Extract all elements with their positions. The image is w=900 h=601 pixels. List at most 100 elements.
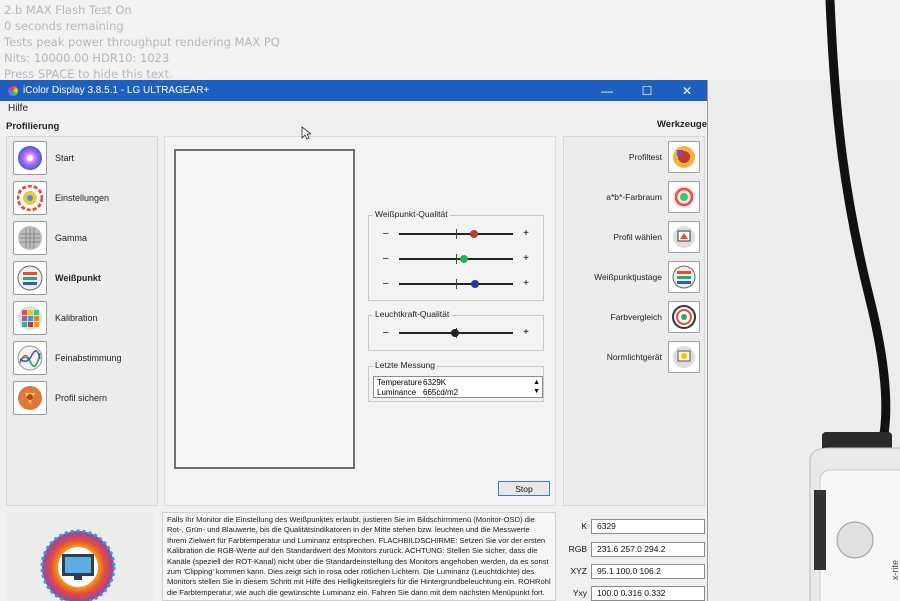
whitepoint-quality-label: Weißpunkt-Qualität: [373, 209, 450, 219]
nav-item-gamma[interactable]: Gamma: [13, 220, 153, 256]
luminance-knob[interactable]: [450, 329, 459, 337]
maximize-button[interactable]: ☐: [627, 80, 667, 101]
settings-wheel-icon: [13, 181, 47, 215]
nav-item-calibration[interactable]: Kalibration: [13, 300, 153, 336]
last-measurement-box[interactable]: Temperature6329K Luminance 665cd/m2 ▲ ▼: [373, 376, 543, 398]
tool-choose-profile[interactable]: Profil wählen: [568, 220, 700, 254]
device-brand-text: x-rite: [890, 560, 900, 580]
nav-label: Einstellungen: [55, 193, 110, 203]
temperature-label: Temperature: [377, 378, 422, 387]
minimize-button[interactable]: —: [587, 80, 627, 101]
nav-item-start[interactable]: Start: [13, 140, 153, 176]
tool-light-device[interactable]: Normlichtgerät: [568, 340, 700, 374]
slider-plus: +: [523, 278, 529, 289]
whitepoint-panel: Weißpunkt-Qualität – + – + – + Leuchtkra…: [164, 136, 556, 506]
luminance-label: Luminance: [377, 388, 417, 397]
nav-label: Feinabstimmung: [55, 353, 122, 363]
luminance-quality-group: Leuchtkraft-Qualität – +: [368, 309, 544, 351]
measurement-values: K 6329 RGB 231.6 257.0 294.2 XYZ 95.1 10…: [563, 512, 705, 601]
value-row-xyz: XYZ 95.1 100.0 106.2: [563, 563, 705, 579]
blue-knob[interactable]: [471, 280, 480, 288]
whitepoint-quality-group: Weißpunkt-Qualität – + – + – +: [368, 209, 544, 301]
blue-quality-slider[interactable]: – +: [369, 278, 543, 292]
tools-panel: Profiltest a*b*-Farbraum Profil wählen W…: [563, 136, 705, 506]
light-device-icon: [668, 341, 700, 373]
slider-plus: +: [523, 228, 529, 239]
luminance-quality-slider[interactable]: – +: [369, 327, 543, 341]
whitepoint-icon: [13, 261, 47, 295]
nav-label: Gamma: [55, 233, 88, 243]
tool-label: Profiltest: [628, 152, 662, 162]
value-field: 100.0 0.316 0.332: [591, 585, 705, 601]
app-logo-icon: [8, 85, 18, 96]
tool-label: Farbvergleich: [610, 312, 663, 322]
nav-item-whitepoint[interactable]: Weißpunkt: [13, 260, 153, 296]
icolor-window: iColor Display 3.8.5.1 - LG ULTRAGEAR+ —…: [0, 80, 708, 601]
tool-whitepoint-adjust[interactable]: Weißpunktjustage: [568, 260, 700, 294]
luminance-quality-label: Leuchtkraft-Qualität: [373, 309, 452, 319]
value-label: Yxy: [572, 588, 587, 598]
window-title: iColor Display 3.8.5.1 - LG ULTRAGEAR+: [23, 85, 210, 96]
nav-item-finetune[interactable]: Feinabstimmung: [13, 340, 153, 376]
tool-label: Profil wählen: [613, 232, 662, 242]
profiletest-icon: [668, 141, 700, 173]
value-row-rgb: RGB 231.6 257.0 294.2: [563, 541, 705, 557]
tool-gamut[interactable]: a*b*-Farbraum: [568, 180, 700, 214]
nav-label: Weißpunkt: [55, 273, 101, 283]
nav-item-save-profile[interactable]: Profil sichern: [13, 380, 153, 416]
icolor-logo-icon: [40, 529, 116, 601]
value-label: XYZ: [570, 566, 587, 576]
tool-color-compare[interactable]: Farbvergleich: [568, 300, 700, 334]
measurement-scrollbar[interactable]: ▲ ▼: [533, 378, 540, 396]
help-text: Falls Ihr Monitor die Einstellung des We…: [162, 512, 556, 601]
luminance-value: 665cd/m2: [423, 388, 459, 397]
nav-label: Kalibration: [55, 313, 98, 323]
mouse-cursor-icon: [301, 126, 311, 140]
finetune-curves-icon: [13, 341, 47, 375]
test-overlay-text: 2.b MAX Flash Test On 0 seconds remainin…: [4, 2, 280, 82]
tool-label: Normlichtgerät: [606, 352, 662, 362]
save-profile-icon: [13, 381, 47, 415]
last-measurement-label: Letzte Messung: [373, 360, 438, 370]
red-quality-slider[interactable]: – +: [369, 228, 543, 242]
colorimeter-device: x-rite: [800, 430, 900, 601]
slider-plus: +: [523, 253, 529, 264]
value-row-yxy: Yxy 100.0 0.316 0.332: [563, 585, 705, 601]
value-label: K: [581, 521, 587, 531]
red-knob[interactable]: [470, 230, 479, 238]
choose-profile-icon: [668, 221, 700, 253]
value-field: 95.1 100.0 106.2: [591, 563, 705, 579]
temperature-value: 6329K: [423, 378, 447, 387]
tool-label: Weißpunktjustage: [594, 272, 662, 282]
measurement-patch: [174, 149, 355, 469]
overlay-line: Tests peak power throughput rendering MA…: [4, 35, 280, 49]
slider-track: [399, 254, 513, 264]
whitepoint-adjust-icon: [668, 261, 700, 293]
slider-minus: –: [383, 278, 389, 289]
color-compare-icon: [668, 301, 700, 333]
green-knob[interactable]: [459, 255, 468, 263]
last-measurement-group: Letzte Messung Temperature6329K Luminanc…: [368, 360, 544, 402]
nav-label: Profil sichern: [55, 393, 108, 403]
overlay-line: Nits: 10000.00 HDR10: 1023: [4, 51, 170, 65]
title-bar[interactable]: iColor Display 3.8.5.1 - LG ULTRAGEAR+ —…: [0, 80, 707, 101]
tools-title: Werkzeuge: [657, 119, 707, 130]
slider-track: [399, 229, 513, 239]
value-field: 231.6 257.0 294.2: [591, 541, 705, 557]
tool-label: a*b*-Farbraum: [606, 192, 662, 202]
menu-help[interactable]: Hilfe: [8, 103, 28, 114]
overlay-line: 0 seconds remaining: [4, 19, 124, 33]
nav-item-settings[interactable]: Einstellungen: [13, 180, 153, 216]
slider-track: [399, 279, 513, 289]
tool-profiletest[interactable]: Profiltest: [568, 140, 700, 174]
close-button[interactable]: ✕: [667, 80, 707, 101]
gamut-icon: [668, 181, 700, 213]
slider-minus: –: [383, 253, 389, 264]
nav-label: Start: [55, 153, 75, 163]
value-row-k: K 6329: [563, 518, 705, 534]
calibration-grid-icon: [13, 301, 47, 335]
stop-button[interactable]: Stop: [498, 481, 550, 496]
brand-logo-area: [6, 512, 154, 601]
menu-bar: Hilfe: [0, 101, 707, 117]
green-quality-slider[interactable]: – +: [369, 253, 543, 267]
